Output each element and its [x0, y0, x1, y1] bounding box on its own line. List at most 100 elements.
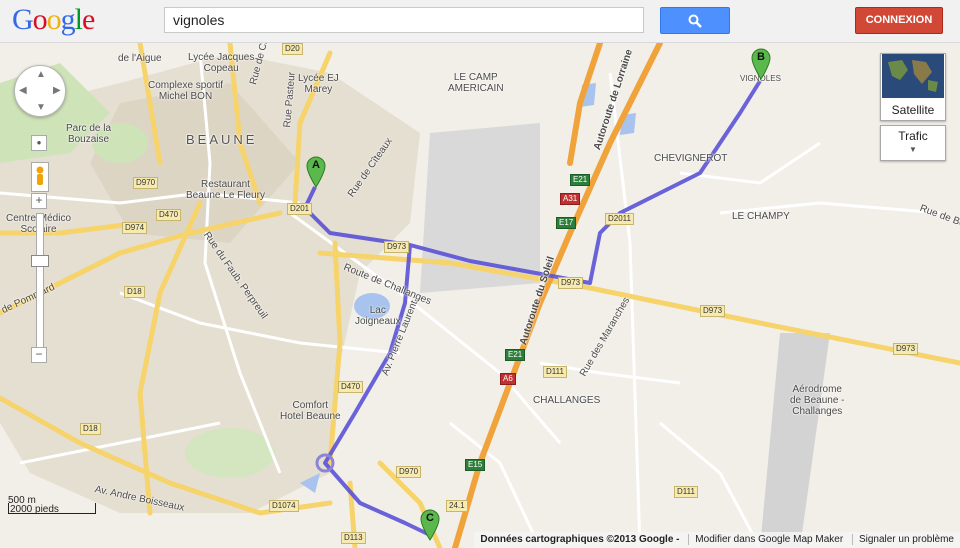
road-shield: D974: [122, 222, 148, 234]
road-shield: D470: [156, 209, 182, 221]
place-label: CHALLANGES: [533, 395, 601, 406]
scale-bar: 500 m 2000 pieds: [8, 495, 96, 515]
place-label: Lac Joigneaux: [355, 305, 401, 327]
logo-letter: o: [46, 3, 62, 36]
road-shield: D2011: [605, 213, 634, 225]
marker-label: B: [757, 51, 765, 63]
search-input[interactable]: [164, 7, 644, 33]
road-shield: D201: [287, 203, 313, 215]
pan-down-icon[interactable]: ▼: [36, 103, 46, 113]
zoom-out-button[interactable]: −: [31, 347, 47, 363]
place-label: Hotel Beaune: [280, 411, 341, 422]
report-problem-link[interactable]: Signaler un problème: [851, 534, 960, 545]
chevron-down-icon: ▼: [909, 145, 917, 154]
road-shield: D470: [338, 381, 364, 393]
road-shield: D18: [124, 286, 145, 298]
road-shield: D973: [384, 241, 410, 253]
street-label: de l'Aigue: [118, 53, 162, 64]
road-shield: D973: [558, 277, 584, 289]
place-label: Lycée EJ: [298, 73, 339, 84]
road-shield: D1074: [269, 500, 299, 512]
place-label: Parc de la Bouzaise: [66, 123, 111, 145]
place-label: Joigneaux: [355, 316, 401, 327]
logo-letter: o: [32, 3, 48, 36]
airport-label: Aérodrome de Beaune - Challanges: [790, 384, 845, 417]
city-label: BEAUNE: [186, 132, 258, 147]
road-shield: D970: [396, 466, 422, 478]
zoom-in-button[interactable]: +: [31, 193, 47, 209]
map-canvas[interactable]: BEAUNE Lycée Jacques Copeau Lycée EJ Marey…: [0, 43, 960, 548]
top-bar: Google CONNEXION: [0, 0, 960, 43]
scale-imperial: 2000 pieds: [10, 504, 59, 515]
road-shield: D111: [543, 366, 567, 378]
traffic-label: Trafic: [898, 129, 928, 143]
zoom-slider-track[interactable]: [36, 213, 44, 355]
satellite-toggle[interactable]: Satellite: [880, 53, 946, 121]
search-button[interactable]: [660, 7, 730, 34]
logo-letter: e: [82, 3, 95, 36]
marker-label: C: [426, 512, 434, 524]
place-label: Lac: [369, 305, 386, 316]
place-label: Bouzaise: [67, 134, 110, 145]
pan-left-icon[interactable]: ◀: [19, 86, 27, 96]
place-label: Lycée EJ Marey: [298, 73, 339, 95]
marker-b[interactable]: B: [751, 48, 771, 85]
road-shield: D20: [282, 43, 303, 55]
satellite-label: Satellite: [891, 103, 935, 117]
map-maker-link[interactable]: Modifier dans Google Map Maker: [688, 534, 850, 545]
road-shield: E21: [505, 349, 526, 361]
airport-label: Aérodrome: [792, 384, 842, 395]
place-label: Restaurant Beaune Le Fleury: [186, 179, 265, 201]
globe-thumbnail-icon: [882, 54, 944, 98]
place-label: Michel BON: [158, 91, 213, 102]
airport-label: de Beaune -: [790, 395, 845, 406]
marker-a[interactable]: A: [306, 156, 326, 193]
road-shield: A6: [500, 373, 516, 385]
pan-up-icon[interactable]: ▲: [36, 70, 46, 80]
road-shield: D18: [80, 423, 101, 435]
place-label: Complexe sportif: [148, 80, 224, 91]
road-shield: 24.1: [446, 500, 468, 512]
place-label: LE CAMP: [453, 72, 498, 83]
marker-c[interactable]: C: [420, 509, 440, 546]
copyright-text: Données cartographiques ©2013 Google -: [480, 534, 680, 545]
pan-control[interactable]: ▲ ▼ ◀ ▶: [14, 65, 66, 117]
place-label: CHEVIGNEROT: [654, 153, 728, 164]
road-shield: D970: [133, 177, 159, 189]
place-label: Comfort Hotel Beaune: [280, 400, 341, 422]
road-shield: D113: [341, 532, 366, 544]
logo-letter: g: [60, 3, 76, 36]
road-shield: E15: [465, 459, 486, 471]
place-label: Marey: [304, 84, 333, 95]
pegman-control[interactable]: [31, 162, 49, 192]
place-label: Lycée Jacques Copeau: [188, 52, 254, 74]
marker-label: A: [312, 159, 320, 171]
road-shield: D973: [893, 343, 919, 355]
road-shield: D111: [674, 486, 698, 498]
place-label: Lycée Jacques: [188, 52, 255, 63]
signin-button[interactable]: CONNEXION: [855, 7, 943, 34]
place-label: Comfort: [292, 400, 329, 411]
traffic-toggle[interactable]: Trafic ▼: [880, 125, 946, 161]
road-shield: A31: [560, 193, 581, 205]
place-label: LE CHAMPY: [732, 211, 790, 222]
zoom-slider-thumb[interactable]: [31, 255, 49, 267]
place-label: Complexe sportif Michel BON: [148, 80, 223, 102]
location-button[interactable]: ●: [31, 135, 47, 151]
place-label: LE CAMP AMERICAIN: [448, 72, 504, 94]
place-label: Beaune Le Fleury: [186, 190, 265, 201]
logo-letter: G: [12, 3, 34, 36]
search-icon: [688, 14, 702, 28]
road-shield: D973: [700, 305, 726, 317]
place-label: Parc de la: [66, 123, 112, 134]
airport-label: Challanges: [792, 406, 843, 417]
google-logo[interactable]: Google: [12, 2, 95, 38]
road-shield: E21: [570, 174, 591, 186]
place-label: AMERICAIN: [448, 83, 504, 94]
logo-letter: l: [74, 3, 83, 36]
pan-right-icon[interactable]: ▶: [53, 86, 61, 96]
pegman-icon: [36, 166, 44, 185]
place-label: Copeau: [203, 63, 239, 74]
place-label: Restaurant: [201, 179, 250, 190]
road-shield: E17: [556, 217, 577, 229]
